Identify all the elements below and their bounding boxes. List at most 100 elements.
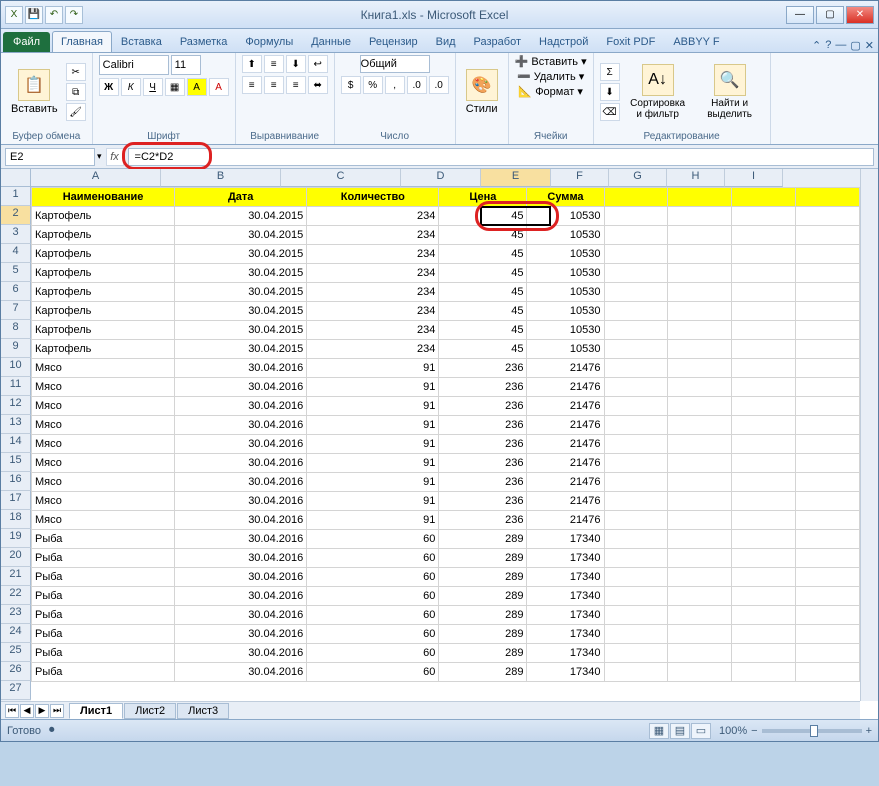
tab-data[interactable]: Данные [302, 31, 360, 52]
cell[interactable]: 17340 [527, 663, 604, 682]
sheet-tab-Лист3[interactable]: Лист3 [177, 703, 229, 719]
cell[interactable]: 30.04.2016 [175, 378, 307, 397]
cell[interactable]: 30.04.2016 [175, 454, 307, 473]
tab-insert[interactable]: Вставка [112, 31, 171, 52]
normal-view-icon[interactable]: ▦ [649, 723, 669, 739]
col-header-H[interactable]: H [667, 169, 725, 187]
cell[interactable]: 60 [307, 625, 439, 644]
select-all-corner[interactable] [1, 169, 31, 187]
cell[interactable]: 91 [307, 454, 439, 473]
cell[interactable]: 30.04.2016 [175, 606, 307, 625]
cell[interactable]: 60 [307, 606, 439, 625]
cell[interactable]: 21476 [527, 359, 604, 378]
row-header-19[interactable]: 19 [1, 529, 31, 548]
excel-icon[interactable]: X [5, 6, 23, 24]
cell[interactable]: 30.04.2015 [175, 302, 307, 321]
sheet-tab-Лист1[interactable]: Лист1 [69, 703, 123, 719]
cell[interactable]: Мясо [32, 378, 175, 397]
cell[interactable]: Рыба [32, 644, 175, 663]
cell[interactable]: 234 [307, 283, 439, 302]
cell[interactable]: 91 [307, 378, 439, 397]
cell[interactable]: Мясо [32, 454, 175, 473]
cell[interactable]: 21476 [527, 397, 604, 416]
cell[interactable]: 60 [307, 663, 439, 682]
cell[interactable]: 30.04.2016 [175, 435, 307, 454]
col-header-G[interactable]: G [609, 169, 667, 187]
tab-developer[interactable]: Разработ [465, 31, 530, 52]
row-header-18[interactable]: 18 [1, 510, 31, 529]
maximize-button[interactable]: ▢ [816, 6, 844, 24]
row-header-15[interactable]: 15 [1, 453, 31, 472]
cell[interactable]: 21476 [527, 454, 604, 473]
cell[interactable]: Картофель [32, 245, 175, 264]
cell[interactable]: 10530 [527, 321, 604, 340]
cell[interactable]: 17340 [527, 549, 604, 568]
cell[interactable]: 21476 [527, 511, 604, 530]
column-headers[interactable]: ABCDEFGHI [31, 169, 860, 187]
cell[interactable]: 234 [307, 302, 439, 321]
font-size-input[interactable] [171, 55, 201, 75]
align-left-icon[interactable]: ≡ [242, 76, 262, 94]
header-cell[interactable]: Сумма [527, 188, 604, 207]
underline-icon[interactable]: Ч [143, 78, 163, 96]
cell[interactable]: Мясо [32, 359, 175, 378]
cell[interactable]: 91 [307, 435, 439, 454]
align-bottom-icon[interactable]: ⬇ [286, 55, 306, 73]
bold-icon[interactable]: Ж [99, 78, 119, 96]
font-name-input[interactable] [99, 55, 169, 75]
tab-layout[interactable]: Разметка [171, 31, 237, 52]
cell[interactable]: Рыба [32, 663, 175, 682]
zoom-level[interactable]: 100% [719, 725, 747, 737]
tab-formulas[interactable]: Формулы [236, 31, 302, 52]
cell[interactable]: 91 [307, 511, 439, 530]
col-header-C[interactable]: C [281, 169, 401, 187]
cell[interactable]: Картофель [32, 283, 175, 302]
col-header-F[interactable]: F [551, 169, 609, 187]
cell[interactable]: 17340 [527, 625, 604, 644]
row-header-9[interactable]: 9 [1, 339, 31, 358]
cell[interactable]: 91 [307, 416, 439, 435]
spreadsheet-grid[interactable]: ABCDEFGHI 123456789101112131415161718192… [1, 169, 878, 719]
cell[interactable]: 289 [439, 530, 527, 549]
paste-button[interactable]: 📋 Вставить [7, 67, 62, 117]
header-cell[interactable]: Дата [175, 188, 307, 207]
row-headers[interactable]: 1234567891011121314151617181920212223242… [1, 187, 31, 701]
row-header-7[interactable]: 7 [1, 301, 31, 320]
cell[interactable]: 30.04.2016 [175, 492, 307, 511]
cell[interactable]: 91 [307, 359, 439, 378]
cell[interactable]: Рыба [32, 587, 175, 606]
row-header-12[interactable]: 12 [1, 396, 31, 415]
border-icon[interactable]: ▦ [165, 78, 185, 96]
cell[interactable]: Мясо [32, 416, 175, 435]
doc-close-icon[interactable]: ✕ [865, 39, 874, 52]
zoom-out-icon[interactable]: − [751, 725, 757, 737]
row-header-1[interactable]: 1 [1, 187, 31, 206]
cell[interactable]: 10530 [527, 245, 604, 264]
cell[interactable]: 234 [307, 321, 439, 340]
copy-icon[interactable]: ⧉ [66, 83, 86, 101]
cell[interactable]: 30.04.2016 [175, 549, 307, 568]
cell[interactable]: 234 [307, 226, 439, 245]
cell[interactable]: 45 [439, 340, 527, 359]
cell[interactable]: 30.04.2016 [175, 359, 307, 378]
font-color-icon[interactable]: A [209, 78, 229, 96]
cell[interactable]: 289 [439, 663, 527, 682]
row-header-13[interactable]: 13 [1, 415, 31, 434]
cell[interactable]: 236 [439, 435, 527, 454]
cell[interactable]: 30.04.2016 [175, 511, 307, 530]
cell[interactable]: Рыба [32, 549, 175, 568]
cell[interactable]: 91 [307, 397, 439, 416]
decrease-decimal-icon[interactable]: .0 [429, 76, 449, 94]
cell[interactable]: 21476 [527, 378, 604, 397]
header-cell[interactable]: Количество [307, 188, 439, 207]
cell[interactable]: 30.04.2015 [175, 264, 307, 283]
formula-input[interactable] [128, 148, 874, 166]
prev-sheet-icon[interactable]: ◀ [20, 704, 34, 718]
close-button[interactable]: ✕ [846, 6, 874, 24]
row-header-6[interactable]: 6 [1, 282, 31, 301]
col-header-D[interactable]: D [401, 169, 481, 187]
row-header-16[interactable]: 16 [1, 472, 31, 491]
cell[interactable]: 289 [439, 549, 527, 568]
cell[interactable]: 30.04.2016 [175, 587, 307, 606]
first-sheet-icon[interactable]: ⏮ [5, 704, 19, 718]
